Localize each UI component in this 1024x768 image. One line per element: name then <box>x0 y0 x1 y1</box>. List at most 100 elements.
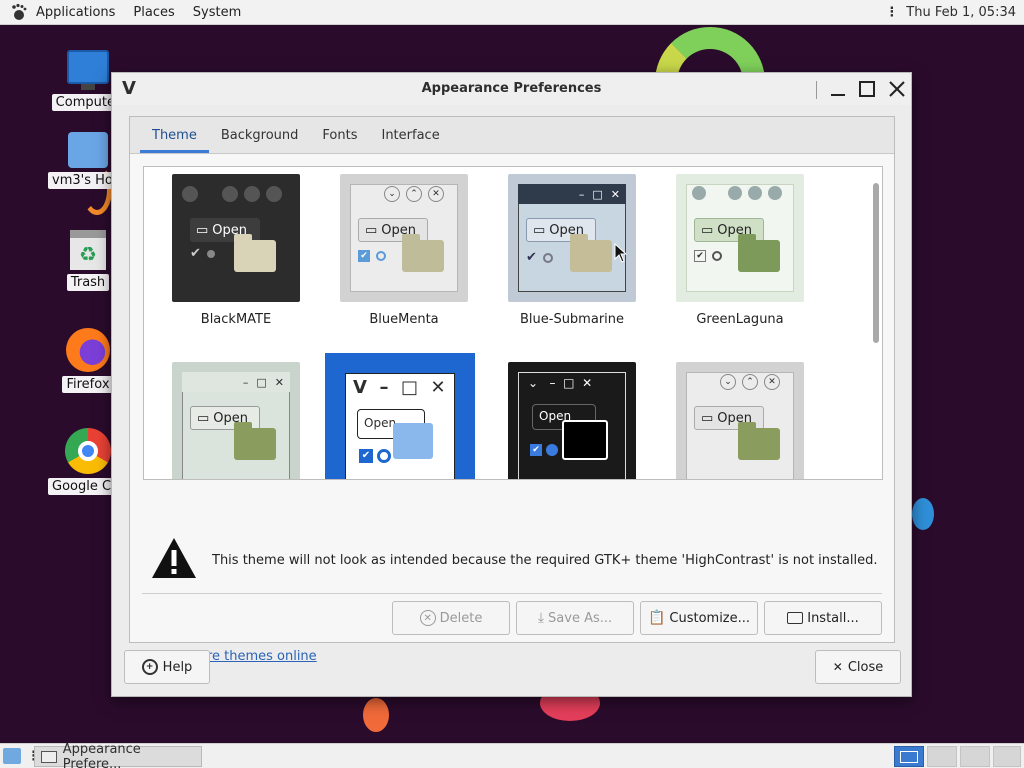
tab-background[interactable]: Background <box>209 117 311 153</box>
monitor-stand <box>81 84 95 90</box>
theme-item-greenlaguna[interactable]: ▭ Open ✔ GreenLaguna <box>670 174 810 327</box>
theme-preview: ▭ Open ✔ <box>676 174 804 302</box>
theme-name: BlueMenta <box>369 312 439 327</box>
theme-list-scrollbar[interactable] <box>872 171 880 475</box>
menu-applications[interactable]: Applications <box>36 5 115 20</box>
appearance-preferences-window: V Appearance Preferences Theme Backgroun… <box>111 72 912 697</box>
mouse-cursor <box>614 242 628 267</box>
scrollbar-thumb[interactable] <box>873 183 879 343</box>
preview-titlebar: – □ ✕ <box>182 372 290 392</box>
decor-blob <box>363 698 389 732</box>
clipboard-icon: 📋 <box>647 610 666 626</box>
theme-preview: ⌄ ⌃ ✕ ▭ Open ✔ <box>340 174 468 302</box>
gnome-foot-icon[interactable] <box>8 1 30 23</box>
theme-name: Blue-Submarine <box>519 312 625 327</box>
menu-places[interactable]: Places <box>133 5 174 20</box>
decor-blob <box>912 498 934 530</box>
workspace-2[interactable] <box>927 746 957 767</box>
monitor-icon <box>67 50 109 84</box>
home-folder-icon <box>68 132 108 168</box>
folder-icon: ▭ <box>196 222 209 238</box>
preview-checks: ✔ <box>694 250 722 262</box>
preview-titlebar-buttons: ⌄ ⌃ ✕ <box>384 186 444 206</box>
preview-titlebar-buttons: ⌄ ⌃ ✕ <box>720 374 780 394</box>
tab-fonts[interactable]: Fonts <box>310 117 369 153</box>
theme-item-bluementa[interactable]: ⌄ ⌃ ✕ ▭ Open ✔ BlueMenta <box>334 174 474 327</box>
minimize-button[interactable] <box>826 77 850 101</box>
tab-bar: Theme Background Fonts Interface <box>130 117 894 154</box>
titlebar[interactable]: V Appearance Preferences <box>112 73 911 105</box>
preview-label: Open <box>364 416 397 430</box>
save-as-button[interactable]: ⤓ Save As... <box>516 601 634 635</box>
folder-icon: ▭ <box>533 222 546 238</box>
separator <box>142 593 882 594</box>
folder-icon <box>402 234 444 272</box>
folder-icon: ▭ <box>701 410 714 426</box>
close-window-button[interactable] <box>885 77 909 101</box>
install-button[interactable]: Install... <box>764 601 882 635</box>
preview-titlebar-buttons <box>686 186 782 206</box>
theme-item-blackmate[interactable]: ▭ Open ✔ BlackMATE <box>166 174 306 327</box>
help-button-label: Help <box>162 659 193 675</box>
desktop-icon-label: Firefox <box>62 376 114 393</box>
folder-icon <box>234 234 276 272</box>
show-desktop-icon[interactable] <box>3 748 21 764</box>
top-panel: Applications Places System ⋮ Thu Feb 1, … <box>0 0 1024 25</box>
warning-icon <box>150 536 198 584</box>
theme-item-row2-3[interactable]: ⌄ – □ ✕ Open ✔ <box>502 362 642 479</box>
save-as-button-label: Save As... <box>548 610 613 626</box>
delete-icon: ✕ <box>419 610 436 626</box>
window-title: Appearance Preferences <box>421 81 602 96</box>
delete-button[interactable]: ✕ Delete <box>392 601 510 635</box>
bottom-taskbar: ⋮ Appearance Prefere... <box>0 742 1024 768</box>
panel-handle-icon: ⋮ <box>885 5 899 20</box>
install-button-label: Install... <box>807 610 859 626</box>
folder-icon <box>234 422 276 460</box>
trash-icon: ♻ <box>70 230 106 270</box>
close-icon: ✕ <box>832 660 843 674</box>
folder-open-icon <box>787 612 804 624</box>
workspace-3[interactable] <box>960 746 990 767</box>
folder-icon <box>393 423 433 459</box>
close-button-label: Close <box>847 659 884 675</box>
download-icon: ⤓ <box>537 610 545 626</box>
close-button[interactable]: ✕ Close <box>815 650 901 684</box>
folder-icon: ▭ <box>365 222 378 238</box>
preview-checks: ✔ <box>530 444 558 456</box>
warning-text: This theme will not look as intended bec… <box>212 552 878 568</box>
customize-button[interactable]: 📋 Customize... <box>640 601 758 635</box>
theme-item-row2-4[interactable]: ⌄ ⌃ ✕ ▭ Open <box>670 362 810 479</box>
preview-titlebar: ⌄ – □ ✕ <box>528 376 593 390</box>
preferences-notebook: Theme Background Fonts Interface ▭ Open ✔ <box>129 116 895 664</box>
theme-preview: ⌄ – □ ✕ Open ✔ <box>508 362 636 479</box>
preview-titlebar: V – □ ✕ <box>353 377 446 398</box>
theme-item-row2-1[interactable]: – □ ✕ ▭ Open <box>166 362 306 479</box>
folder-icon <box>570 234 612 272</box>
workspace-4[interactable] <box>993 746 1021 767</box>
menu-system[interactable]: System <box>193 5 241 20</box>
workspace-1[interactable] <box>894 746 924 767</box>
clock-area: ⋮ Thu Feb 1, 05:34 <box>885 0 1016 25</box>
theme-name: BlackMATE <box>200 312 272 327</box>
chrome-icon <box>65 428 111 474</box>
tab-theme[interactable]: Theme <box>140 117 209 153</box>
taskbar-item-appearance[interactable]: Appearance Prefere... <box>34 742 202 768</box>
delete-button-label: Delete <box>439 610 483 626</box>
theme-name: GreenLaguna <box>696 312 784 327</box>
tab-interface[interactable]: Interface <box>369 117 451 153</box>
theme-list[interactable]: ▭ Open ✔ BlackMATE ⌄ ⌃ ✕ ▭ Open ✔ BlueMe… <box>143 166 883 480</box>
theme-preview: – □ ✕ ▭ Open ✔ <box>508 174 636 302</box>
preview-titlebar-buttons <box>182 186 282 206</box>
theme-preview: ⌄ ⌃ ✕ ▭ Open <box>676 362 804 479</box>
titlebar-separator <box>816 81 817 99</box>
maximize-button[interactable] <box>855 77 879 101</box>
theme-item-highcontrast-selected[interactable]: V – □ ✕ Open ✔ <box>325 353 475 479</box>
customize-button-label: Customize... <box>669 610 751 626</box>
help-icon: + <box>141 659 158 675</box>
theme-preview: – □ ✕ ▭ Open <box>172 362 300 479</box>
folder-icon <box>562 420 608 460</box>
desktop-icon-label: Trash <box>66 274 110 291</box>
help-button[interactable]: + Help <box>124 650 210 684</box>
clock[interactable]: Thu Feb 1, 05:34 <box>906 5 1016 20</box>
folder-icon: ▭ <box>197 410 210 426</box>
